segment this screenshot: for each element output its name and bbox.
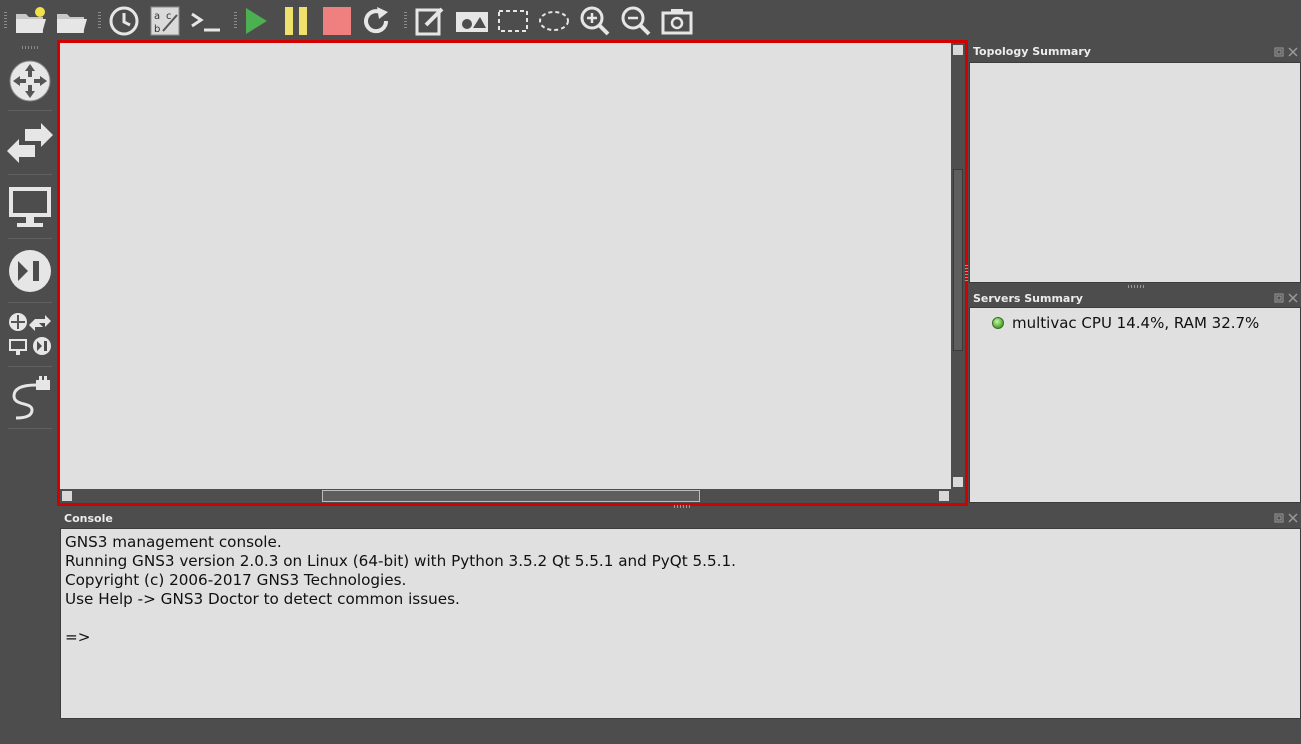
console-line: Running GNS3 version 2.0.3 on Linux (64-… <box>65 552 736 570</box>
vertical-scroll-thumb[interactable] <box>953 169 963 351</box>
scroll-down-arrow[interactable] <box>953 477 963 487</box>
suspend-all-icon <box>285 7 307 35</box>
console-line: Use Help -> GNS3 Doctor to detect common… <box>65 590 460 608</box>
all-devices-button[interactable] <box>6 308 54 360</box>
close-icon[interactable] <box>1288 293 1298 303</box>
float-dock-icon[interactable] <box>1274 293 1284 303</box>
scroll-up-arrow[interactable] <box>953 45 963 55</box>
dock-separator <box>8 302 52 303</box>
topology-canvas[interactable] <box>57 40 968 506</box>
svg-text:c: c <box>166 11 172 22</box>
console-prompt[interactable]: => <box>65 628 736 647</box>
topology-summary-panel[interactable] <box>969 62 1301 283</box>
draw-ellipse-icon <box>539 11 569 31</box>
console-all-button[interactable] <box>189 4 223 38</box>
zoom-out-button[interactable] <box>619 4 653 38</box>
console-all-icon <box>191 12 220 32</box>
vertical-splitter-grip[interactable] <box>965 265 968 281</box>
security-devices-icon <box>9 250 51 292</box>
add-link-icon <box>12 376 50 420</box>
switches-button[interactable] <box>6 118 54 168</box>
screenshot-icon <box>661 9 693 35</box>
snapshot-button[interactable] <box>107 4 141 38</box>
horizontal-scrollbar[interactable] <box>60 489 951 503</box>
close-icon[interactable] <box>1288 47 1298 57</box>
all-devices-icon <box>9 313 51 355</box>
dock-separator <box>8 174 52 175</box>
draw-ellipse-button[interactable] <box>537 4 571 38</box>
svg-text:b: b <box>154 24 160 35</box>
routers-icon <box>9 60 51 102</box>
new-project-button[interactable] <box>14 4 48 38</box>
start-all-icon <box>246 8 267 34</box>
vertical-scrollbar[interactable] <box>951 43 965 489</box>
server-item[interactable]: multivac CPU 14.4%, RAM 32.7% <box>992 314 1259 332</box>
servers-summary-header: Servers Summary <box>969 288 1301 308</box>
open-project-icon <box>57 14 87 33</box>
topology-summary-title: Topology Summary <box>973 45 1091 58</box>
close-icon[interactable] <box>1288 513 1298 523</box>
device-dock <box>0 42 58 442</box>
zoom-in-icon <box>580 6 610 36</box>
end-devices-button[interactable] <box>6 182 54 232</box>
end-devices-icon <box>9 187 51 227</box>
snapshot-icon <box>109 6 139 36</box>
console-output[interactable]: GNS3 management console. Running GNS3 ver… <box>60 528 1301 719</box>
stop-all-button[interactable] <box>320 4 354 38</box>
float-dock-icon[interactable] <box>1274 513 1284 523</box>
servers-summary-panel[interactable]: multivac CPU 14.4%, RAM 32.7% <box>969 307 1301 503</box>
dock-separator <box>8 238 52 239</box>
add-link-button[interactable] <box>6 372 54 424</box>
server-status-led-icon <box>992 317 1004 329</box>
add-note-button[interactable] <box>413 4 447 38</box>
scroll-left-arrow[interactable] <box>62 491 72 501</box>
scroll-right-arrow[interactable] <box>939 491 949 501</box>
toolbar-grip[interactable] <box>98 12 101 30</box>
insert-picture-icon <box>456 12 488 32</box>
new-project-icon <box>16 7 46 33</box>
draw-rectangle-icon <box>498 10 528 32</box>
console-line: GNS3 management console. <box>65 533 282 551</box>
suspend-all-button[interactable] <box>279 4 313 38</box>
main-toolbar: a c b <box>0 0 700 42</box>
start-all-button[interactable] <box>238 4 272 38</box>
show-interface-labels-icon: a c b <box>150 6 180 36</box>
dock-separator <box>8 366 52 367</box>
dock-grip[interactable] <box>22 46 40 49</box>
console-line: Copyright (c) 2006-2017 GNS3 Technologie… <box>65 571 407 589</box>
show-interface-labels-button[interactable]: a c b <box>148 4 182 38</box>
dock-separator <box>8 110 52 111</box>
open-project-button[interactable] <box>55 4 89 38</box>
server-label: multivac CPU 14.4%, RAM 32.7% <box>1012 314 1260 332</box>
add-note-icon <box>415 7 444 36</box>
float-dock-icon[interactable] <box>1274 47 1284 57</box>
security-devices-button[interactable] <box>6 246 54 296</box>
horizontal-scroll-thumb[interactable] <box>322 490 700 502</box>
topology-summary-header: Topology Summary <box>969 42 1301 62</box>
servers-summary-title: Servers Summary <box>973 292 1083 305</box>
svg-text:a: a <box>154 11 160 22</box>
console-header: Console <box>60 508 1301 528</box>
console-text: GNS3 management console. Running GNS3 ver… <box>65 533 736 647</box>
screenshot-button[interactable] <box>660 4 694 38</box>
zoom-in-button[interactable] <box>578 4 612 38</box>
insert-picture-button[interactable] <box>455 4 489 38</box>
toolbar-grip[interactable] <box>4 12 7 30</box>
switches-icon <box>7 123 53 163</box>
toolbar-grip[interactable] <box>234 12 237 30</box>
stop-all-icon <box>323 7 351 35</box>
reload-all-icon <box>364 7 389 34</box>
routers-button[interactable] <box>6 56 54 106</box>
dock-separator <box>8 428 52 429</box>
reload-all-button[interactable] <box>360 4 394 38</box>
zoom-out-icon <box>621 6 651 36</box>
console-title: Console <box>64 512 113 525</box>
scroll-corner <box>951 489 965 503</box>
draw-rectangle-button[interactable] <box>496 4 530 38</box>
toolbar-grip[interactable] <box>404 12 407 30</box>
